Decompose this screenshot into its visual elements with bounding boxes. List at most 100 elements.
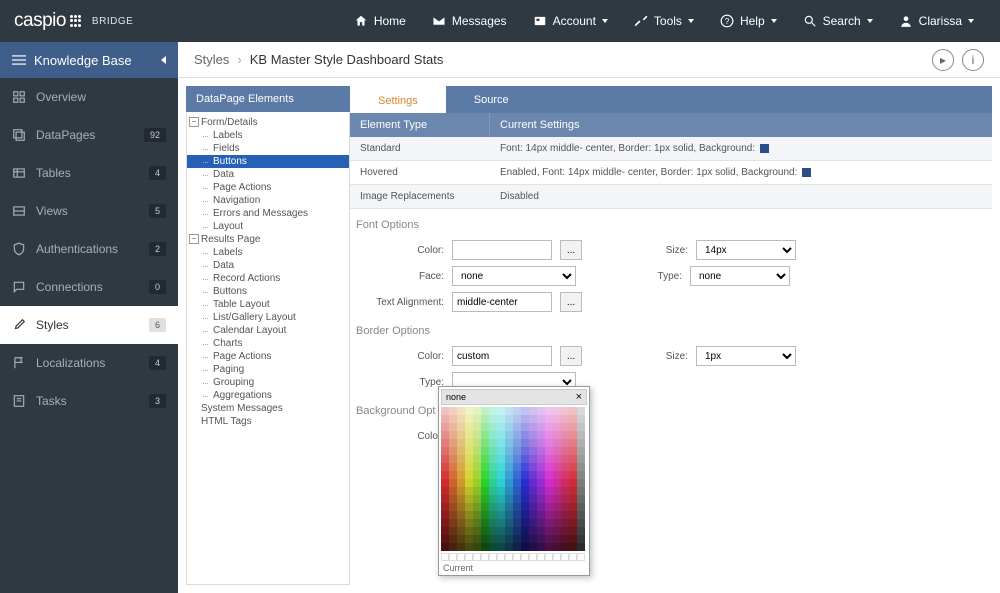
color-cell[interactable] xyxy=(465,439,473,447)
color-cell[interactable] xyxy=(441,479,449,487)
color-cell[interactable] xyxy=(465,487,473,495)
color-cell[interactable] xyxy=(553,471,561,479)
sidebar-item-overview[interactable]: Overview xyxy=(0,78,178,116)
color-cell[interactable] xyxy=(457,535,465,543)
color-cell[interactable] xyxy=(465,543,473,551)
color-cell[interactable] xyxy=(537,479,545,487)
color-cell[interactable] xyxy=(497,487,505,495)
color-cell[interactable] xyxy=(545,487,553,495)
color-cell[interactable] xyxy=(529,423,537,431)
color-cell[interactable] xyxy=(457,423,465,431)
color-cell[interactable] xyxy=(465,519,473,527)
color-cell[interactable] xyxy=(449,479,457,487)
color-cell[interactable] xyxy=(481,511,489,519)
color-cell[interactable] xyxy=(457,431,465,439)
color-cell[interactable] xyxy=(569,447,577,455)
color-cell[interactable] xyxy=(513,455,521,463)
color-cell[interactable] xyxy=(513,519,521,527)
color-cell[interactable] xyxy=(441,423,449,431)
color-cell[interactable] xyxy=(577,495,585,503)
color-cell[interactable] xyxy=(441,535,449,543)
color-cell[interactable] xyxy=(577,407,585,415)
info-icon[interactable]: i xyxy=(962,49,984,71)
color-cell[interactable] xyxy=(497,503,505,511)
color-whites[interactable] xyxy=(441,553,587,561)
color-cell[interactable] xyxy=(529,527,537,535)
sidebar-item-tasks[interactable]: Tasks 3 xyxy=(0,382,178,420)
color-cell[interactable] xyxy=(577,487,585,495)
color-cell[interactable] xyxy=(545,511,553,519)
color-cell[interactable] xyxy=(497,553,505,561)
color-cell[interactable] xyxy=(489,527,497,535)
color-cell[interactable] xyxy=(505,543,513,551)
play-icon[interactable]: ▸ xyxy=(932,49,954,71)
color-cell[interactable] xyxy=(537,415,545,423)
color-cell[interactable] xyxy=(497,439,505,447)
color-cell[interactable] xyxy=(497,463,505,471)
font-color-picker-button[interactable]: ... xyxy=(560,240,582,260)
nav-messages[interactable]: Messages xyxy=(420,0,519,42)
color-cell[interactable] xyxy=(497,527,505,535)
color-cell[interactable] xyxy=(457,447,465,455)
color-cell[interactable] xyxy=(577,447,585,455)
color-cell[interactable] xyxy=(505,479,513,487)
color-cell[interactable] xyxy=(497,511,505,519)
color-cell[interactable] xyxy=(473,407,481,415)
color-cell[interactable] xyxy=(481,455,489,463)
color-cell[interactable] xyxy=(481,471,489,479)
color-cell[interactable] xyxy=(473,527,481,535)
color-cell[interactable] xyxy=(521,447,529,455)
color-cell[interactable] xyxy=(537,471,545,479)
color-cell[interactable] xyxy=(489,463,497,471)
color-cell[interactable] xyxy=(529,553,537,561)
color-cell[interactable] xyxy=(465,463,473,471)
color-cell[interactable] xyxy=(505,511,513,519)
color-cell[interactable] xyxy=(561,455,569,463)
color-cell[interactable] xyxy=(553,495,561,503)
color-cell[interactable] xyxy=(497,471,505,479)
color-cell[interactable] xyxy=(553,511,561,519)
color-cell[interactable] xyxy=(465,503,473,511)
color-cell[interactable] xyxy=(529,471,537,479)
color-cell[interactable] xyxy=(577,535,585,543)
color-cell[interactable] xyxy=(529,543,537,551)
color-cell[interactable] xyxy=(561,503,569,511)
color-cell[interactable] xyxy=(545,503,553,511)
color-cell[interactable] xyxy=(465,479,473,487)
color-cell[interactable] xyxy=(553,463,561,471)
color-cell[interactable] xyxy=(481,431,489,439)
tree-html[interactable]: HTML Tags xyxy=(187,415,349,428)
color-cell[interactable] xyxy=(529,487,537,495)
color-cell[interactable] xyxy=(553,447,561,455)
color-cell[interactable] xyxy=(513,415,521,423)
color-cell[interactable] xyxy=(497,423,505,431)
color-cell[interactable] xyxy=(553,431,561,439)
color-cell[interactable] xyxy=(489,407,497,415)
color-cell[interactable] xyxy=(481,423,489,431)
color-cell[interactable] xyxy=(537,511,545,519)
color-cell[interactable] xyxy=(561,553,569,561)
color-cell[interactable] xyxy=(529,535,537,543)
color-cell[interactable] xyxy=(545,495,553,503)
tree-page-actions[interactable]: Page Actions xyxy=(187,181,349,194)
color-cell[interactable] xyxy=(449,495,457,503)
color-cell[interactable] xyxy=(569,553,577,561)
color-cell[interactable] xyxy=(449,503,457,511)
close-icon[interactable]: × xyxy=(576,391,582,403)
color-cell[interactable] xyxy=(529,447,537,455)
color-cell[interactable] xyxy=(441,553,449,561)
color-cell[interactable] xyxy=(577,503,585,511)
color-cell[interactable] xyxy=(577,415,585,423)
color-cell[interactable] xyxy=(457,543,465,551)
color-cell[interactable] xyxy=(577,479,585,487)
color-cell[interactable] xyxy=(505,487,513,495)
color-cell[interactable] xyxy=(521,553,529,561)
tree-buttons[interactable]: Buttons xyxy=(187,155,349,168)
color-cell[interactable] xyxy=(481,535,489,543)
color-cell[interactable] xyxy=(553,503,561,511)
color-cell[interactable] xyxy=(561,463,569,471)
color-cell[interactable] xyxy=(545,535,553,543)
color-cell[interactable] xyxy=(473,495,481,503)
color-cell[interactable] xyxy=(505,407,513,415)
color-cell[interactable] xyxy=(545,415,553,423)
